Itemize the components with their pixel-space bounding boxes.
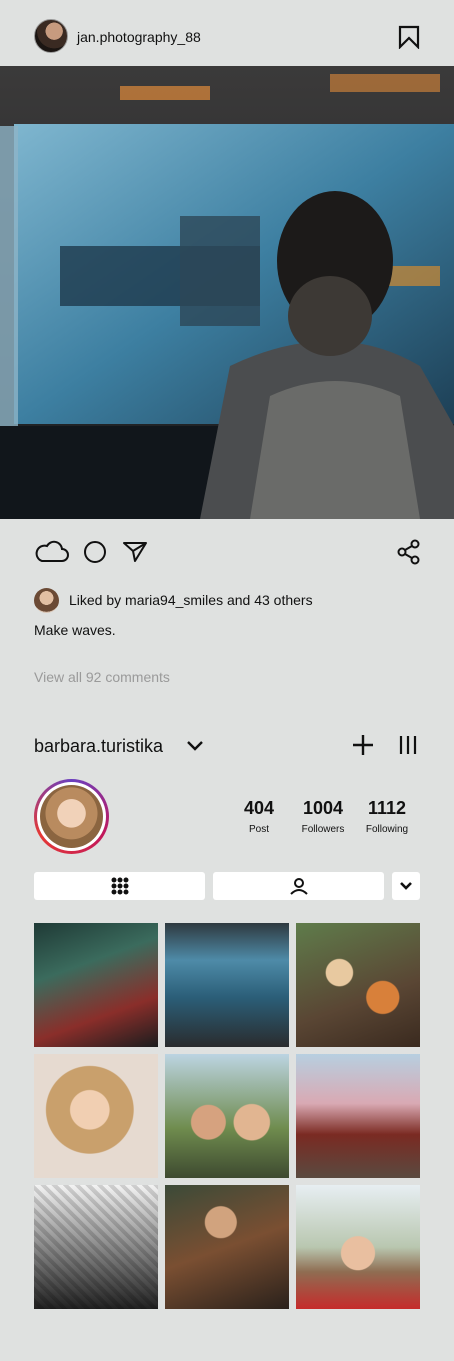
view-comments-link[interactable]: View all 92 comments [34, 669, 170, 685]
liker-avatar[interactable] [34, 587, 59, 613]
chevron-down-icon[interactable] [185, 737, 205, 755]
tab-more[interactable] [392, 872, 420, 900]
post-actions [0, 532, 454, 572]
stat-label: Following [365, 824, 409, 835]
chevron-down-icon [400, 882, 412, 890]
photo-grid [34, 923, 420, 1309]
bookmark-icon[interactable] [398, 25, 420, 49]
tab-grid[interactable] [34, 872, 205, 900]
share-button[interactable] [396, 532, 422, 572]
grid-photo[interactable] [34, 1185, 158, 1309]
grid-photo[interactable] [34, 1054, 158, 1178]
share-icon [397, 539, 420, 565]
grid-icon [111, 877, 128, 895]
send-button[interactable] [122, 532, 148, 572]
stat-posts[interactable]: 404 Post [224, 798, 294, 835]
comment-button[interactable] [82, 532, 108, 572]
tab-tagged[interactable] [213, 872, 384, 900]
stat-followers[interactable]: 1004 Followers [288, 798, 358, 835]
likes-row: Liked by maria94_smiles and 43 others [34, 587, 313, 613]
profile-avatar[interactable] [34, 779, 109, 854]
menu-icon[interactable] [398, 733, 418, 757]
grid-photo[interactable] [165, 1185, 289, 1309]
grid-photo[interactable] [165, 1054, 289, 1178]
circle-icon [84, 541, 106, 563]
like-button[interactable] [34, 532, 70, 572]
profile-header: barbara.turistika [0, 728, 454, 764]
grid-photo[interactable] [296, 1185, 420, 1309]
stat-label: Post [248, 824, 269, 835]
post-header: jan.photography_88 [0, 0, 454, 66]
post-caption: Make waves. [34, 622, 116, 638]
post-author-username[interactable]: jan.photography_88 [77, 29, 201, 45]
grid-photo[interactable] [296, 1054, 420, 1178]
likes-text[interactable]: Liked by maria94_smiles and 43 others [69, 592, 313, 608]
grid-photo[interactable] [165, 923, 289, 1047]
stat-following[interactable]: 1112 Following [352, 798, 422, 835]
person-icon [289, 878, 308, 895]
stat-label: Followers [301, 824, 345, 835]
plus-icon[interactable] [351, 733, 375, 757]
send-icon [123, 542, 147, 562]
post-image[interactable] [0, 66, 454, 519]
grid-photo[interactable] [296, 923, 420, 1047]
post-author-avatar[interactable] [34, 19, 68, 53]
stat-value: 1112 [367, 798, 407, 818]
cloud-icon [35, 540, 69, 562]
stat-value: 1004 [302, 798, 344, 818]
stat-value: 404 [243, 798, 275, 818]
grid-photo[interactable] [34, 923, 158, 1047]
profile-username[interactable]: barbara.turistika [34, 736, 163, 757]
